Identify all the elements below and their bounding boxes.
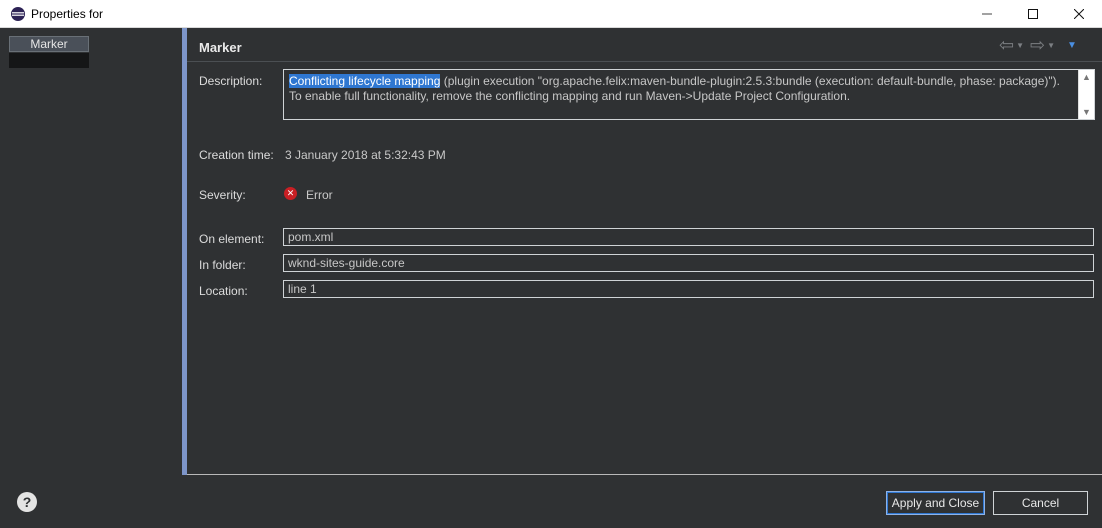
description-field[interactable]: Conflicting lifecycle mapping (plugin ex…	[283, 69, 1095, 120]
minimize-icon	[982, 13, 992, 15]
creation-time-value: 3 January 2018 at 5:32:43 PM	[285, 148, 446, 162]
button-bar: ? Apply and Close Cancel	[0, 476, 1102, 528]
in-folder-field[interactable]: wknd-sites-guide.core	[283, 254, 1094, 272]
marker-page: Marker ⇦ ▼ ⇨ ▼ ▼ Description: Conflictin…	[187, 28, 1102, 475]
location-field[interactable]: line 1	[283, 280, 1094, 298]
scroll-down-icon[interactable]: ▼	[1082, 107, 1091, 117]
creation-time-label: Creation time:	[199, 148, 274, 162]
tree-item-marker[interactable]: Marker	[9, 36, 89, 52]
scroll-up-icon[interactable]: ▲	[1082, 72, 1091, 82]
description-line2: To enable full functionality, remove the…	[289, 89, 851, 103]
close-icon	[1074, 9, 1084, 19]
description-scrollbar[interactable]: ▲ ▼	[1078, 70, 1094, 119]
eclipse-icon	[11, 7, 25, 21]
back-arrow-icon[interactable]: ⇦	[999, 36, 1014, 54]
apply-and-close-button[interactable]: Apply and Close	[886, 491, 985, 515]
minimize-button[interactable]	[964, 0, 1010, 28]
on-element-label: On element:	[199, 232, 265, 246]
error-icon: ✕	[284, 187, 297, 200]
location-label: Location:	[199, 284, 248, 298]
on-element-field[interactable]: pom.xml	[283, 228, 1094, 246]
back-dropdown-icon[interactable]: ▼	[1016, 41, 1024, 50]
tree-selection-bar	[9, 53, 89, 68]
cancel-button[interactable]: Cancel	[993, 491, 1088, 515]
maximize-button[interactable]	[1010, 0, 1056, 28]
description-line1: (plugin execution "org.apache.felix:mave…	[440, 74, 1060, 88]
page-navigation: ⇦ ▼ ⇨ ▼ ▼	[999, 36, 1077, 54]
dialog-body: Marker Marker ⇦ ▼ ⇨ ▼ ▼ Description: Con…	[0, 28, 1102, 528]
view-menu-icon[interactable]: ▼	[1067, 40, 1077, 51]
help-icon[interactable]: ?	[17, 492, 37, 512]
title-bar: Properties for	[0, 0, 1102, 28]
severity-label: Severity:	[199, 188, 246, 202]
forward-dropdown-icon[interactable]: ▼	[1047, 41, 1055, 50]
maximize-icon	[1028, 9, 1038, 19]
property-tree: Marker	[0, 28, 183, 475]
description-selection: Conflicting lifecycle mapping	[289, 74, 441, 88]
close-button[interactable]	[1056, 0, 1102, 28]
severity-value: Error	[306, 188, 333, 202]
window-title: Properties for	[31, 7, 104, 21]
forward-arrow-icon[interactable]: ⇨	[1030, 36, 1045, 54]
page-header: Marker ⇦ ▼ ⇨ ▼ ▼	[187, 28, 1102, 62]
page-title: Marker	[199, 40, 242, 55]
description-label: Description:	[199, 74, 263, 88]
in-folder-label: In folder:	[199, 258, 246, 272]
description-text: Conflicting lifecycle mapping (plugin ex…	[289, 74, 1074, 104]
